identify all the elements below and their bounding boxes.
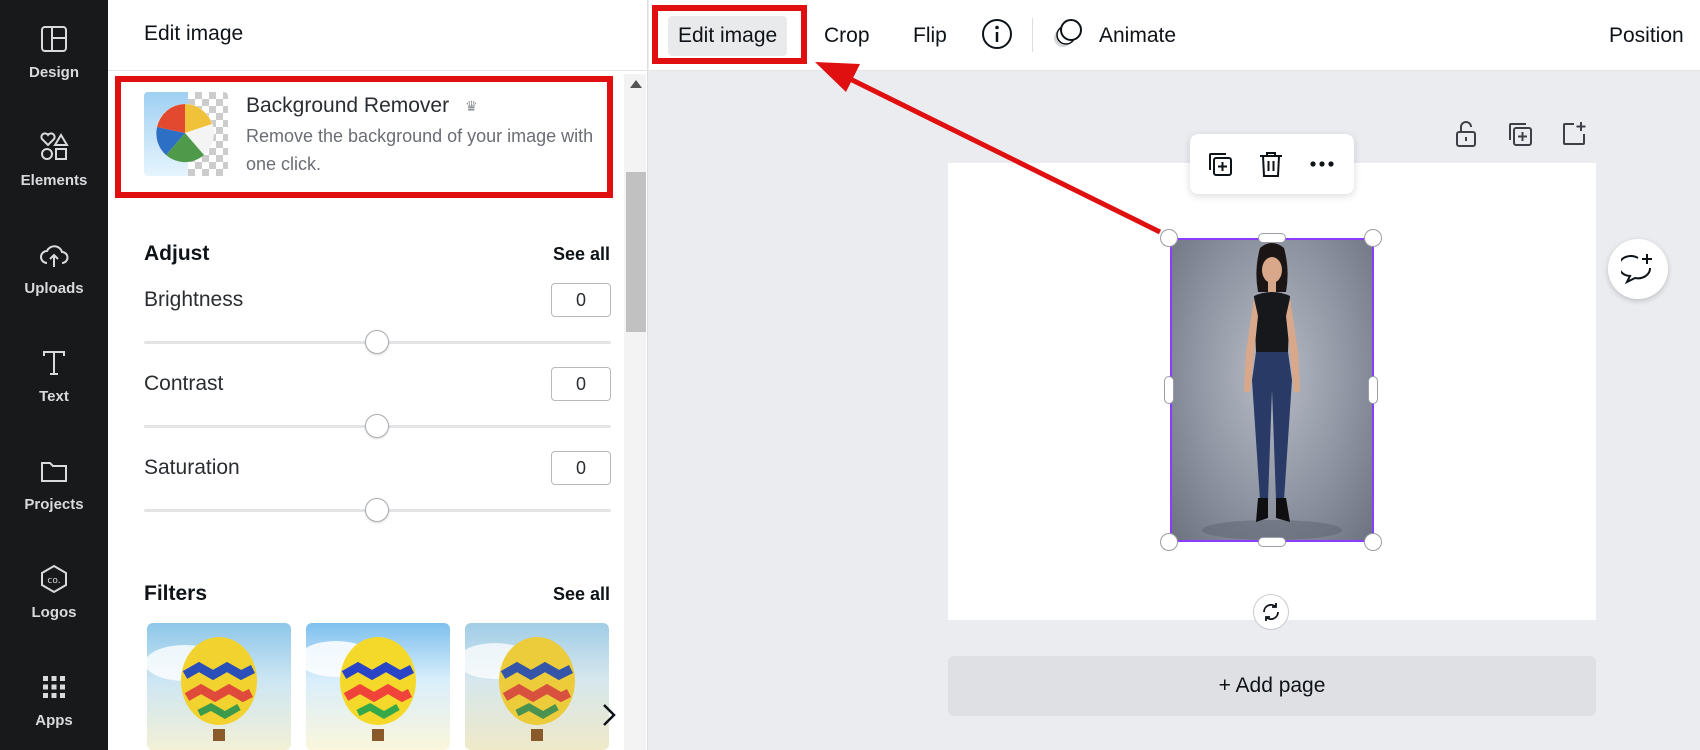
duplicate-page-icon[interactable]: [1506, 120, 1534, 148]
rotate-button[interactable]: [1253, 594, 1289, 630]
rail-label: Projects: [24, 496, 84, 513]
brightness-label: Brightness: [144, 288, 244, 311]
rail-item-projects[interactable]: Projects: [0, 456, 108, 556]
duplicate-icon[interactable]: [1205, 149, 1235, 179]
rail-item-logos[interactable]: co. Logos: [0, 564, 108, 664]
saturation-input[interactable]: 0: [551, 451, 611, 485]
hot-air-balloon-icon: [465, 637, 575, 741]
flip-button[interactable]: Flip: [903, 16, 957, 56]
grid-icon: [43, 676, 65, 698]
saturation-slider-knob[interactable]: [365, 498, 389, 522]
adjust-title: Adjust: [144, 242, 210, 265]
filters-title: Filters: [144, 582, 208, 605]
cloud-upload-icon: [40, 245, 69, 267]
hot-air-balloon-icon: [147, 637, 257, 741]
contrast-slider-knob[interactable]: [365, 414, 389, 438]
brightness-input[interactable]: 0: [551, 283, 611, 317]
resize-handle-top-right[interactable]: [1364, 229, 1382, 247]
adjust-see-all-link[interactable]: See all: [553, 244, 610, 265]
add-comment-icon: [1621, 254, 1652, 285]
logo-co-icon: co.: [41, 564, 67, 594]
add-page-button[interactable]: + Add page: [948, 656, 1596, 716]
rotate-icon: [1263, 603, 1279, 621]
scroll-thumb[interactable]: [626, 172, 646, 332]
position-button[interactable]: Position: [1599, 16, 1694, 56]
svg-text:co.: co.: [47, 576, 60, 586]
folder-icon: [41, 462, 67, 482]
selected-photo[interactable]: [1170, 238, 1374, 542]
saturation-slider[interactable]: [144, 498, 611, 522]
rail-label: Apps: [35, 712, 73, 729]
model-photo-illustration: [1202, 243, 1342, 540]
left-rail: Design Elements Uploads Text Projects co…: [0, 0, 108, 750]
info-icon[interactable]: [981, 18, 1013, 50]
resize-handle-right[interactable]: [1368, 376, 1378, 404]
resize-handle-top[interactable]: [1258, 233, 1286, 243]
saturation-label: Saturation: [144, 456, 240, 479]
rail-item-uploads[interactable]: Uploads: [0, 240, 108, 340]
resize-handle-bottom-left[interactable]: [1160, 533, 1178, 551]
highlight-box: [652, 5, 807, 64]
resize-handle-bottom[interactable]: [1258, 537, 1286, 547]
chevron-right-icon[interactable]: [594, 700, 624, 730]
panel-title: Edit image: [144, 22, 244, 45]
trash-icon[interactable]: [1256, 149, 1286, 179]
brightness-slider[interactable]: [144, 330, 611, 354]
rail-item-apps[interactable]: Apps: [0, 672, 108, 750]
rail-label: Elements: [20, 172, 88, 189]
filter-thumbnail[interactable]: [147, 623, 291, 750]
filter-thumbnail[interactable]: [465, 623, 609, 750]
animate-icon[interactable]: [1051, 17, 1085, 51]
unlock-icon[interactable]: [1452, 120, 1480, 148]
shapes-icon: [40, 132, 69, 160]
rail-item-text[interactable]: Text: [0, 348, 108, 448]
contrast-label: Contrast: [144, 372, 224, 395]
element-context-menu: [1190, 134, 1354, 194]
toolbar-divider: [1032, 18, 1033, 52]
hot-air-balloon-icon: [306, 637, 416, 741]
brightness-slider-knob[interactable]: [365, 330, 389, 354]
filters-see-all-link[interactable]: See all: [553, 584, 610, 605]
resize-handle-top-left[interactable]: [1160, 229, 1178, 247]
rail-item-design[interactable]: Design: [0, 24, 108, 124]
text-t-icon: [43, 351, 65, 375]
add-comment-button[interactable]: [1608, 239, 1668, 299]
contrast-slider[interactable]: [144, 414, 611, 438]
panel-scrollbar[interactable]: [624, 74, 646, 750]
rail-label: Uploads: [24, 280, 84, 297]
rail-item-elements[interactable]: Elements: [0, 132, 108, 232]
add-page-icon[interactable]: [1560, 120, 1588, 148]
rail-label: Design: [28, 64, 79, 81]
filter-thumbnail[interactable]: [306, 623, 450, 750]
more-options-icon[interactable]: [1307, 149, 1337, 179]
animate-button[interactable]: Animate: [1089, 16, 1186, 56]
rail-label: Text: [39, 388, 69, 405]
scroll-up-arrow-icon[interactable]: [630, 80, 642, 88]
crop-button[interactable]: Crop: [814, 16, 880, 56]
layout-icon: [41, 26, 67, 52]
rail-label: Logos: [31, 604, 77, 621]
resize-handle-bottom-right[interactable]: [1364, 533, 1382, 551]
resize-handle-left[interactable]: [1164, 376, 1174, 404]
contrast-input[interactable]: 0: [551, 367, 611, 401]
panel-header: Edit image: [108, 0, 648, 71]
highlight-box: [115, 76, 613, 198]
